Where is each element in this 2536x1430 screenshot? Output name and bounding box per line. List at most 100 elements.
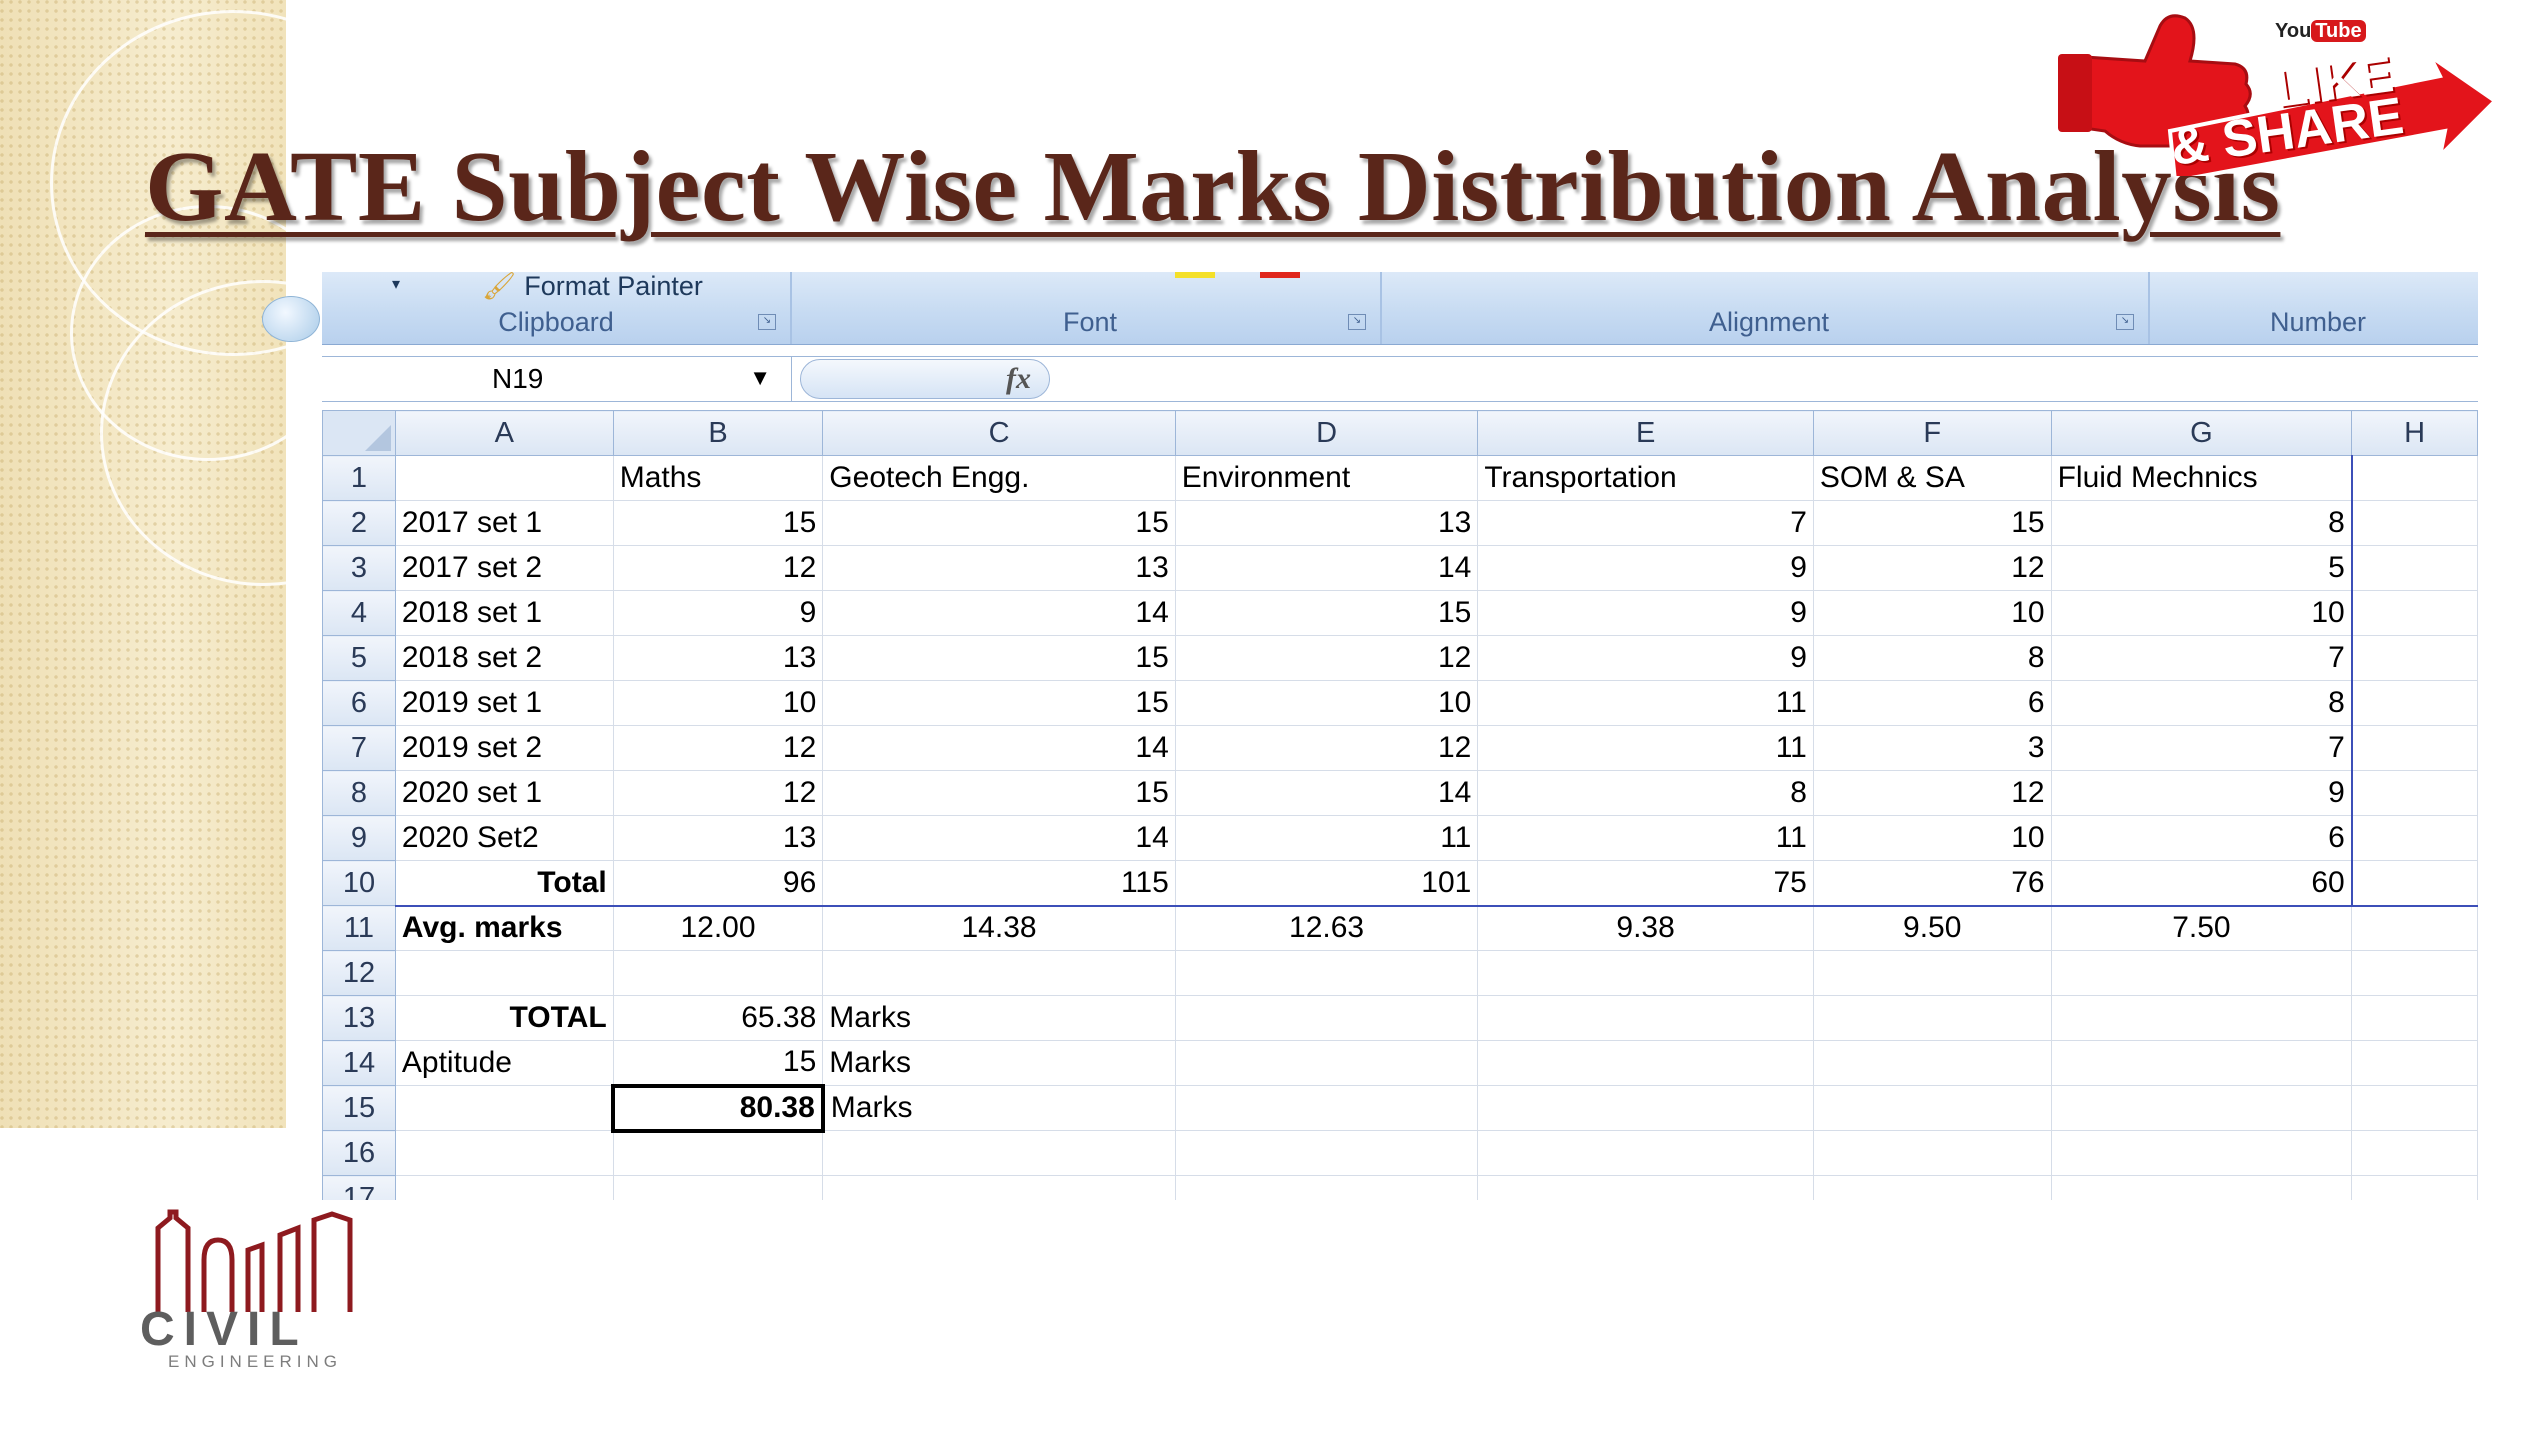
- cell-b12[interactable]: [612, 950, 824, 996]
- row-header[interactable]: 8: [322, 770, 396, 816]
- cell-c7[interactable]: 14: [822, 725, 1176, 771]
- cell-c14[interactable]: Marks: [822, 1040, 1176, 1086]
- cell-b9[interactable]: 13: [612, 815, 824, 861]
- cell-e12[interactable]: [1477, 950, 1814, 996]
- cell-h9[interactable]: [2351, 815, 2478, 861]
- formula-input[interactable]: [1057, 357, 2478, 401]
- function-icon[interactable]: fx: [1006, 362, 1031, 396]
- cell-c9[interactable]: 14: [822, 815, 1176, 861]
- cell-h12[interactable]: [2351, 950, 2478, 996]
- cell-c10[interactable]: 115: [822, 860, 1176, 907]
- column-header-b[interactable]: B: [612, 410, 824, 456]
- cell-a7[interactable]: 2019 set 2: [394, 725, 614, 771]
- cell-f8[interactable]: 12: [1812, 770, 2052, 816]
- row-header[interactable]: 15: [322, 1085, 396, 1131]
- cell-f10[interactable]: 76: [1812, 860, 2052, 907]
- cell-d12[interactable]: [1174, 950, 1479, 996]
- cell-b2[interactable]: 15: [612, 500, 824, 546]
- cell-f11[interactable]: 9.50: [1812, 905, 2052, 951]
- cell-c11[interactable]: 14.38: [822, 905, 1176, 951]
- cell-a10[interactable]: Total: [394, 860, 614, 907]
- font-color-swatch[interactable]: [1260, 272, 1300, 278]
- cell-b14[interactable]: 15: [612, 1040, 824, 1086]
- row-header[interactable]: 17: [322, 1175, 396, 1200]
- cell-e10[interactable]: 75: [1477, 860, 1814, 907]
- cell-f15[interactable]: [1812, 1085, 2052, 1131]
- column-header-c[interactable]: C: [822, 410, 1176, 456]
- dropdown-arrow-icon[interactable]: ▾: [392, 274, 400, 294]
- cell-e8[interactable]: 8: [1477, 770, 1814, 816]
- cell-g14[interactable]: [2050, 1040, 2353, 1086]
- cell-e6[interactable]: 11: [1477, 680, 1814, 726]
- cell-h16[interactable]: [2351, 1130, 2478, 1176]
- cell-b10[interactable]: 96: [612, 860, 824, 907]
- cell-b1[interactable]: Maths: [612, 455, 824, 501]
- row-header[interactable]: 4: [322, 590, 396, 636]
- row-header[interactable]: 16: [322, 1130, 396, 1176]
- cell-b13[interactable]: 65.38: [612, 995, 824, 1041]
- select-all-corner[interactable]: [322, 410, 396, 456]
- cell-f16[interactable]: [1812, 1130, 2052, 1176]
- cell-d15[interactable]: [1174, 1085, 1479, 1131]
- column-header-g[interactable]: G: [2050, 410, 2353, 456]
- cell-e14[interactable]: [1477, 1040, 1814, 1086]
- cell-d9[interactable]: 11: [1174, 815, 1479, 861]
- cell-g13[interactable]: [2050, 995, 2353, 1041]
- cell-a3[interactable]: 2017 set 2: [394, 545, 614, 591]
- cell-g10[interactable]: 60: [2050, 860, 2353, 907]
- cell-a4[interactable]: 2018 set 1: [394, 590, 614, 636]
- cell-h6[interactable]: [2351, 680, 2478, 726]
- clipboard-launcher-icon[interactable]: ↘: [758, 314, 776, 330]
- row-header[interactable]: 6: [322, 680, 396, 726]
- column-header-d[interactable]: D: [1174, 410, 1479, 456]
- cell-h7[interactable]: [2351, 725, 2478, 771]
- cell-h1[interactable]: [2351, 455, 2478, 501]
- cell-g11[interactable]: 7.50: [2050, 905, 2353, 951]
- cell-d16[interactable]: [1174, 1130, 1479, 1176]
- cell-d7[interactable]: 12: [1174, 725, 1479, 771]
- cell-d13[interactable]: [1174, 995, 1479, 1041]
- cell-e17[interactable]: [1477, 1175, 1814, 1200]
- cell-e7[interactable]: 11: [1477, 725, 1814, 771]
- cell-d5[interactable]: 12: [1174, 635, 1479, 681]
- cell-g5[interactable]: 7: [2050, 635, 2353, 681]
- cell-d4[interactable]: 15: [1174, 590, 1479, 636]
- fill-color-swatch[interactable]: [1175, 272, 1215, 278]
- cell-g16[interactable]: [2050, 1130, 2353, 1176]
- cell-f12[interactable]: [1812, 950, 2052, 996]
- cell-a6[interactable]: 2019 set 1: [394, 680, 614, 726]
- cell-b3[interactable]: 12: [612, 545, 824, 591]
- name-box[interactable]: N19 ▼: [322, 357, 792, 401]
- cell-g15[interactable]: [2050, 1085, 2353, 1131]
- cell-g8[interactable]: 9: [2050, 770, 2353, 816]
- cell-b11[interactable]: 12.00: [612, 905, 824, 951]
- cell-e2[interactable]: 7: [1477, 500, 1814, 546]
- cell-f3[interactable]: 12: [1812, 545, 2052, 591]
- cell-b8[interactable]: 12: [612, 770, 824, 816]
- cell-d8[interactable]: 14: [1174, 770, 1479, 816]
- cell-a2[interactable]: 2017 set 1: [394, 500, 614, 546]
- cell-a11[interactable]: Avg. marks: [394, 905, 614, 951]
- cell-e1[interactable]: Transportation: [1477, 455, 1814, 501]
- cell-f9[interactable]: 10: [1812, 815, 2052, 861]
- cell-f5[interactable]: 8: [1812, 635, 2052, 681]
- cell-a9[interactable]: 2020 Set2: [394, 815, 614, 861]
- cell-e9[interactable]: 11: [1477, 815, 1814, 861]
- cell-h17[interactable]: [2351, 1175, 2478, 1200]
- cell-h13[interactable]: [2351, 995, 2478, 1041]
- cell-a15[interactable]: [394, 1085, 614, 1131]
- cell-h3[interactable]: [2351, 545, 2478, 591]
- cell-f2[interactable]: 15: [1812, 500, 2052, 546]
- cell-a13[interactable]: TOTAL: [394, 995, 614, 1041]
- cell-h2[interactable]: [2351, 500, 2478, 546]
- cell-e11[interactable]: 9.38: [1477, 905, 1814, 951]
- cell-c4[interactable]: 14: [822, 590, 1176, 636]
- cell-h10[interactable]: [2351, 860, 2478, 907]
- cell-a16[interactable]: [394, 1130, 614, 1176]
- cell-e13[interactable]: [1477, 995, 1814, 1041]
- cell-e5[interactable]: 9: [1477, 635, 1814, 681]
- cell-b5[interactable]: 13: [612, 635, 824, 681]
- cell-g7[interactable]: 7: [2050, 725, 2353, 771]
- cell-d1[interactable]: Environment: [1174, 455, 1479, 501]
- cell-a1[interactable]: [394, 455, 614, 501]
